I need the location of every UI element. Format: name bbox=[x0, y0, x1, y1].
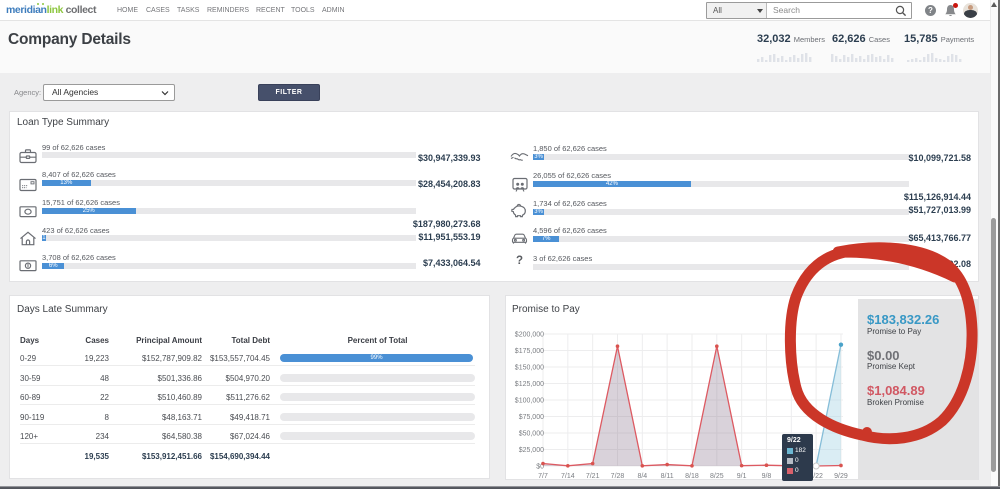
svg-text:$200,000: $200,000 bbox=[515, 332, 544, 339]
svg-text:$175,000: $175,000 bbox=[515, 348, 544, 355]
svg-text:$25,000: $25,000 bbox=[519, 447, 544, 454]
svg-text:$50,000: $50,000 bbox=[519, 431, 544, 438]
svg-text:7/7: 7/7 bbox=[538, 473, 548, 480]
svg-text:8/11: 8/11 bbox=[661, 473, 674, 480]
svg-text:$150,000: $150,000 bbox=[515, 365, 544, 372]
svg-text:9/29: 9/29 bbox=[834, 473, 848, 480]
svg-text:7/14: 7/14 bbox=[561, 473, 575, 480]
svg-text:8/18: 8/18 bbox=[685, 473, 699, 480]
svg-text:8/4: 8/4 bbox=[637, 473, 647, 480]
svg-text:9/8: 9/8 bbox=[762, 473, 772, 480]
svg-text:7/21: 7/21 bbox=[586, 473, 600, 480]
svg-text:8/25: 8/25 bbox=[710, 473, 724, 480]
svg-text:9/1: 9/1 bbox=[737, 473, 747, 480]
svg-text:$100,000: $100,000 bbox=[515, 398, 544, 405]
svg-text:$75,000: $75,000 bbox=[519, 414, 544, 421]
svg-text:7/28: 7/28 bbox=[611, 473, 625, 480]
svg-text:$125,000: $125,000 bbox=[515, 381, 544, 388]
